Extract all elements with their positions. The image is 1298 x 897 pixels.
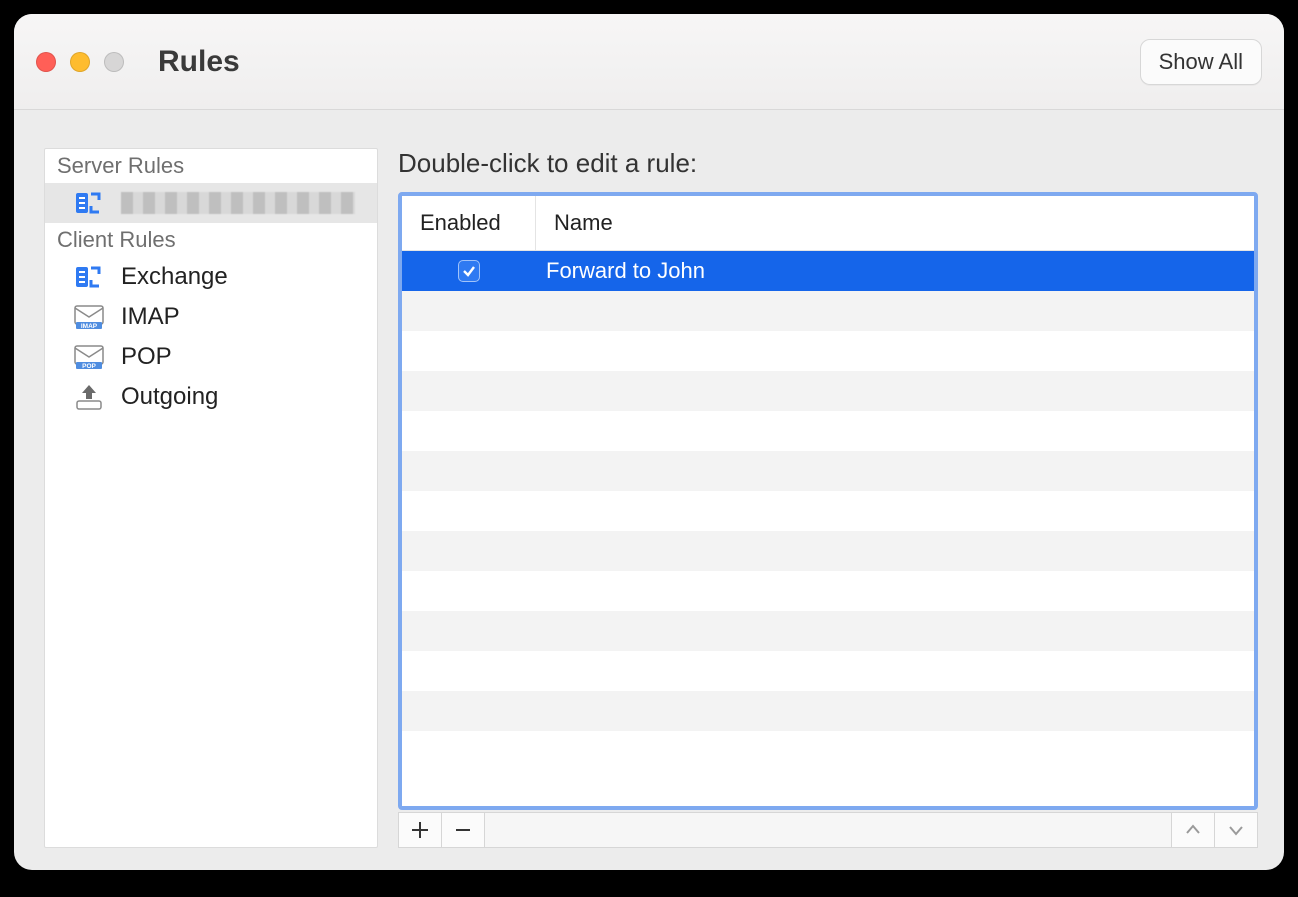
table-row[interactable]: Forward to John <box>402 251 1254 291</box>
move-up-button[interactable] <box>1171 813 1214 847</box>
table-row <box>402 491 1254 531</box>
remove-rule-button[interactable] <box>442 813 485 847</box>
window-controls <box>36 52 124 72</box>
sidebar-header-server: Server Rules <box>45 149 377 183</box>
exchange-icon <box>73 188 105 218</box>
table-footer <box>398 812 1258 848</box>
footer-spacer <box>485 813 1171 847</box>
table-row <box>402 451 1254 491</box>
table-row <box>402 571 1254 611</box>
table-row <box>402 611 1254 651</box>
window-title: Rules <box>158 45 240 79</box>
svg-text:POP: POP <box>82 363 96 370</box>
minimize-window-icon[interactable] <box>70 52 90 72</box>
rules-window: Rules Show All Server Rules Client Rules <box>14 14 1284 870</box>
sidebar-item-outgoing[interactable]: Outgoing <box>45 377 377 417</box>
outgoing-icon <box>73 382 105 412</box>
pop-icon: POP <box>73 342 105 372</box>
instruction-label: Double-click to edit a rule: <box>398 148 1258 179</box>
sidebar-item-pop[interactable]: POP POP <box>45 337 377 377</box>
table-row <box>402 731 1254 771</box>
sidebar-item-label: Outgoing <box>121 383 218 411</box>
column-name[interactable]: Name <box>536 196 1254 250</box>
content-area: Server Rules Client Rules <box>14 110 1284 870</box>
sidebar-item-label: Exchange <box>121 263 228 291</box>
main-panel: Double-click to edit a rule: Enabled Nam… <box>398 148 1258 848</box>
table-row <box>402 331 1254 371</box>
cell-enabled <box>402 260 536 282</box>
table-header: Enabled Name <box>402 196 1254 251</box>
redacted-account-label <box>121 192 355 214</box>
table-row <box>402 411 1254 451</box>
column-enabled[interactable]: Enabled <box>402 196 536 250</box>
close-window-icon[interactable] <box>36 52 56 72</box>
table-row <box>402 291 1254 331</box>
table-row <box>402 371 1254 411</box>
checkbox-checked-icon[interactable] <box>458 260 480 282</box>
table-body: Forward to John <box>402 251 1254 806</box>
cell-name: Forward to John <box>536 258 1254 284</box>
table-row <box>402 651 1254 691</box>
sidebar-header-client: Client Rules <box>45 223 377 257</box>
sidebar-item-imap[interactable]: IMAP IMAP <box>45 297 377 337</box>
add-rule-button[interactable] <box>399 813 442 847</box>
zoom-window-icon[interactable] <box>104 52 124 72</box>
move-down-button[interactable] <box>1214 813 1257 847</box>
show-all-button[interactable]: Show All <box>1140 39 1262 85</box>
sidebar-item-server-account[interactable] <box>45 183 377 223</box>
table-row <box>402 691 1254 731</box>
imap-icon: IMAP <box>73 302 105 332</box>
table-row <box>402 531 1254 571</box>
sidebar-item-label: IMAP <box>121 303 180 331</box>
sidebar-item-exchange[interactable]: Exchange <box>45 257 377 297</box>
sidebar: Server Rules Client Rules <box>44 148 378 848</box>
titlebar: Rules Show All <box>14 14 1284 110</box>
exchange-icon <box>73 262 105 292</box>
rules-table: Enabled Name Forward to John <box>398 192 1258 810</box>
svg-text:IMAP: IMAP <box>81 323 98 330</box>
sidebar-item-label: POP <box>121 343 172 371</box>
